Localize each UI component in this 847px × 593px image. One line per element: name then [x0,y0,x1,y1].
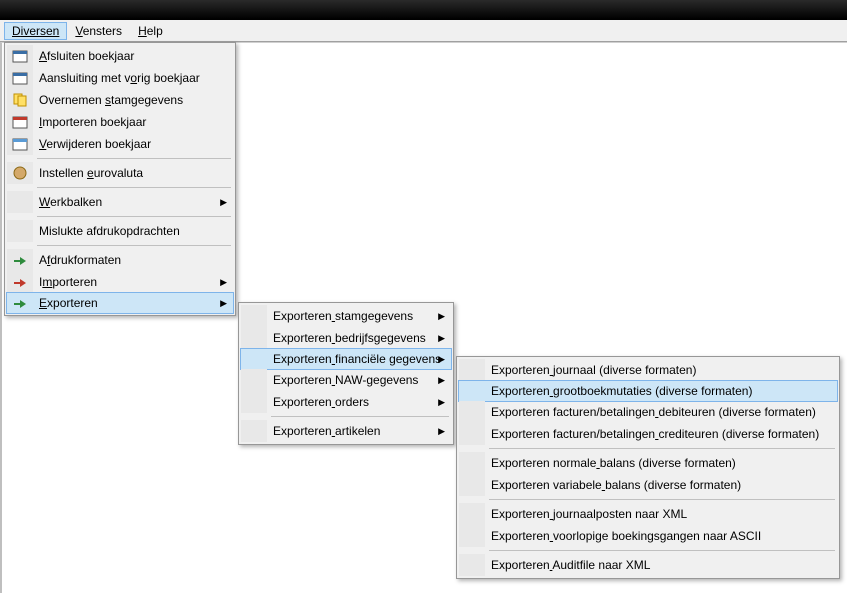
submenu-arrow-icon: ▶ [438,426,445,437]
menu-item-label: Exporteren facturen/betalingen debiteure… [485,405,817,419]
menu-item-verwijderen-boekjaar[interactable]: Verwijderen boekjaar [7,133,233,155]
menu-separator [37,245,231,246]
submenu-arrow-icon: ▶ [438,354,445,365]
menu-item-afdrukformaten[interactable]: Afdrukformaten [7,249,233,271]
menu-separator [489,550,835,551]
submenu-arrow-icon: ▶ [438,311,445,322]
menu-item-label: Exporteren normale balans (diverse forma… [485,456,817,470]
menu-item-label: Werkbalken [33,195,213,209]
menu-item-label: Exporteren NAW-gegevens [267,373,431,387]
menubar-diversen[interactable]: Diversen [4,22,67,40]
menu-item-mislukte[interactable]: Mislukte afdrukopdrachten [7,220,233,242]
submenu-arrow-icon: ▶ [438,375,445,386]
submenu-arrow-icon: ▶ [438,397,445,408]
menu-separator [37,158,231,159]
menu-item-label: Instellen eurovaluta [33,166,213,180]
menu-item-label: Exporteren variabele balans (diverse for… [485,478,817,492]
submenu-arrow-icon: ▶ [220,197,227,208]
menu-item-export-auditfile-xml[interactable]: Exporteren Auditfile naar XML [459,554,837,576]
menu-item-export-journaal[interactable]: Exporteren journaal (diverse formaten) [459,359,837,381]
menu-item-exporteren[interactable]: Exporteren ▶ [6,292,234,314]
menu-diversen: Afsluiten boekjaar Aansluiting met vorig… [4,42,236,316]
menu-item-importeren[interactable]: Importeren ▶ [7,271,233,293]
menu-item-instellen-euro[interactable]: Instellen eurovaluta [7,162,233,184]
menu-item-afsluiten-boekjaar[interactable]: Afsluiten boekjaar [7,45,233,67]
menu-item-label: Afdrukformaten [33,253,213,267]
calendar-icon [12,48,28,64]
menu-separator [37,216,231,217]
menu-item-export-grootboek[interactable]: Exporteren grootboekmutaties (diverse fo… [458,380,838,402]
menu-item-label: Mislukte afdrukopdrachten [33,224,213,238]
menu-item-export-voorlopige-ascii[interactable]: Exporteren voorlopige boekingsgangen naa… [459,525,837,547]
menu-item-export-stamgegevens[interactable]: Exporteren stamgegevens ▶ [241,305,451,327]
menubar-vensters-label: Vensters [75,24,122,38]
menu-item-label: Exporteren journaal (diverse formaten) [485,363,817,377]
menu-item-label: Exporteren stamgegevens [267,309,431,323]
menu-separator [489,448,835,449]
menu-item-label: Importeren boekjaar [33,115,213,129]
menubar-vensters[interactable]: Vensters [67,22,130,40]
menu-item-export-crediteuren[interactable]: Exporteren facturen/betalingen crediteur… [459,423,837,445]
menu-item-label: Exporteren [33,296,214,310]
menu-item-label: Exporteren facturen/betalingen crediteur… [485,427,819,441]
menu-item-label: Exporteren journaalposten naar XML [485,507,817,521]
menu-item-export-variabele-balans[interactable]: Exporteren variabele balans (diverse for… [459,474,837,496]
window-titlebar [0,0,847,20]
menubar-diversen-label: Diversen [12,24,59,38]
menu-separator [37,187,231,188]
menu-item-aansluiting[interactable]: Aansluiting met vorig boekjaar [7,67,233,89]
menubar-help-label: Help [138,24,163,38]
submenu-arrow-icon: ▶ [220,298,227,309]
export-green-icon [12,295,28,311]
menu-item-label: Verwijderen boekjaar [33,137,213,151]
menu-item-werkbalken[interactable]: Werkbalken ▶ [7,191,233,213]
menu-item-overnemen[interactable]: Overnemen stamgegevens [7,89,233,111]
menu-separator [489,499,835,500]
menu-item-export-orders[interactable]: Exporteren orders ▶ [241,391,451,413]
submenu-arrow-icon: ▶ [438,333,445,344]
menu-item-label: Afsluiten boekjaar [33,49,213,63]
import-calendar-icon [12,114,28,130]
menu-item-label: Exporteren artikelen [267,424,431,438]
menu-item-label: Exporteren voorlopige boekingsgangen naa… [485,529,817,543]
menu-item-export-journaalposten-xml[interactable]: Exporteren journaalposten naar XML [459,503,837,525]
link-icon [12,70,28,86]
menu-item-label: Exporteren grootboekmutaties (diverse fo… [485,384,818,398]
import-red-icon [12,274,28,290]
print-green-icon [12,252,28,268]
menu-item-export-naw[interactable]: Exporteren NAW-gegevens ▶ [241,369,451,391]
menu-item-label: Exporteren Auditfile naar XML [485,558,817,572]
copy-icon [12,92,28,108]
menu-item-export-financiele[interactable]: Exporteren financiële gegevens ▶ [240,348,452,370]
menu-financiele-gegevens: Exporteren journaal (diverse formaten) E… [456,356,840,579]
menu-item-importeren-boekjaar[interactable]: Importeren boekjaar [7,111,233,133]
menu-item-export-bedrijfsgegevens[interactable]: Exporteren bedrijfsgegevens ▶ [241,327,451,349]
menu-item-label: Exporteren orders [267,395,431,409]
delete-calendar-icon [12,136,28,152]
menu-item-label: Exporteren financiële gegevens [267,352,441,366]
menu-item-export-debiteuren[interactable]: Exporteren facturen/betalingen debiteure… [459,401,837,423]
menubar-help[interactable]: Help [130,22,171,40]
menu-item-export-normale-balans[interactable]: Exporteren normale balans (diverse forma… [459,452,837,474]
menu-separator [271,416,449,417]
menu-item-label: Importeren [33,275,213,289]
menu-item-label: Overnemen stamgegevens [33,93,213,107]
menu-item-export-artikelen[interactable]: Exporteren artikelen ▶ [241,420,451,442]
menu-item-label: Exporteren bedrijfsgegevens [267,331,431,345]
menubar: Diversen Vensters Help [0,20,847,42]
submenu-arrow-icon: ▶ [220,277,227,288]
menu-item-label: Aansluiting met vorig boekjaar [33,71,213,85]
euro-icon [12,165,28,181]
menu-exporteren: Exporteren stamgegevens ▶ Exporteren bed… [238,302,454,445]
